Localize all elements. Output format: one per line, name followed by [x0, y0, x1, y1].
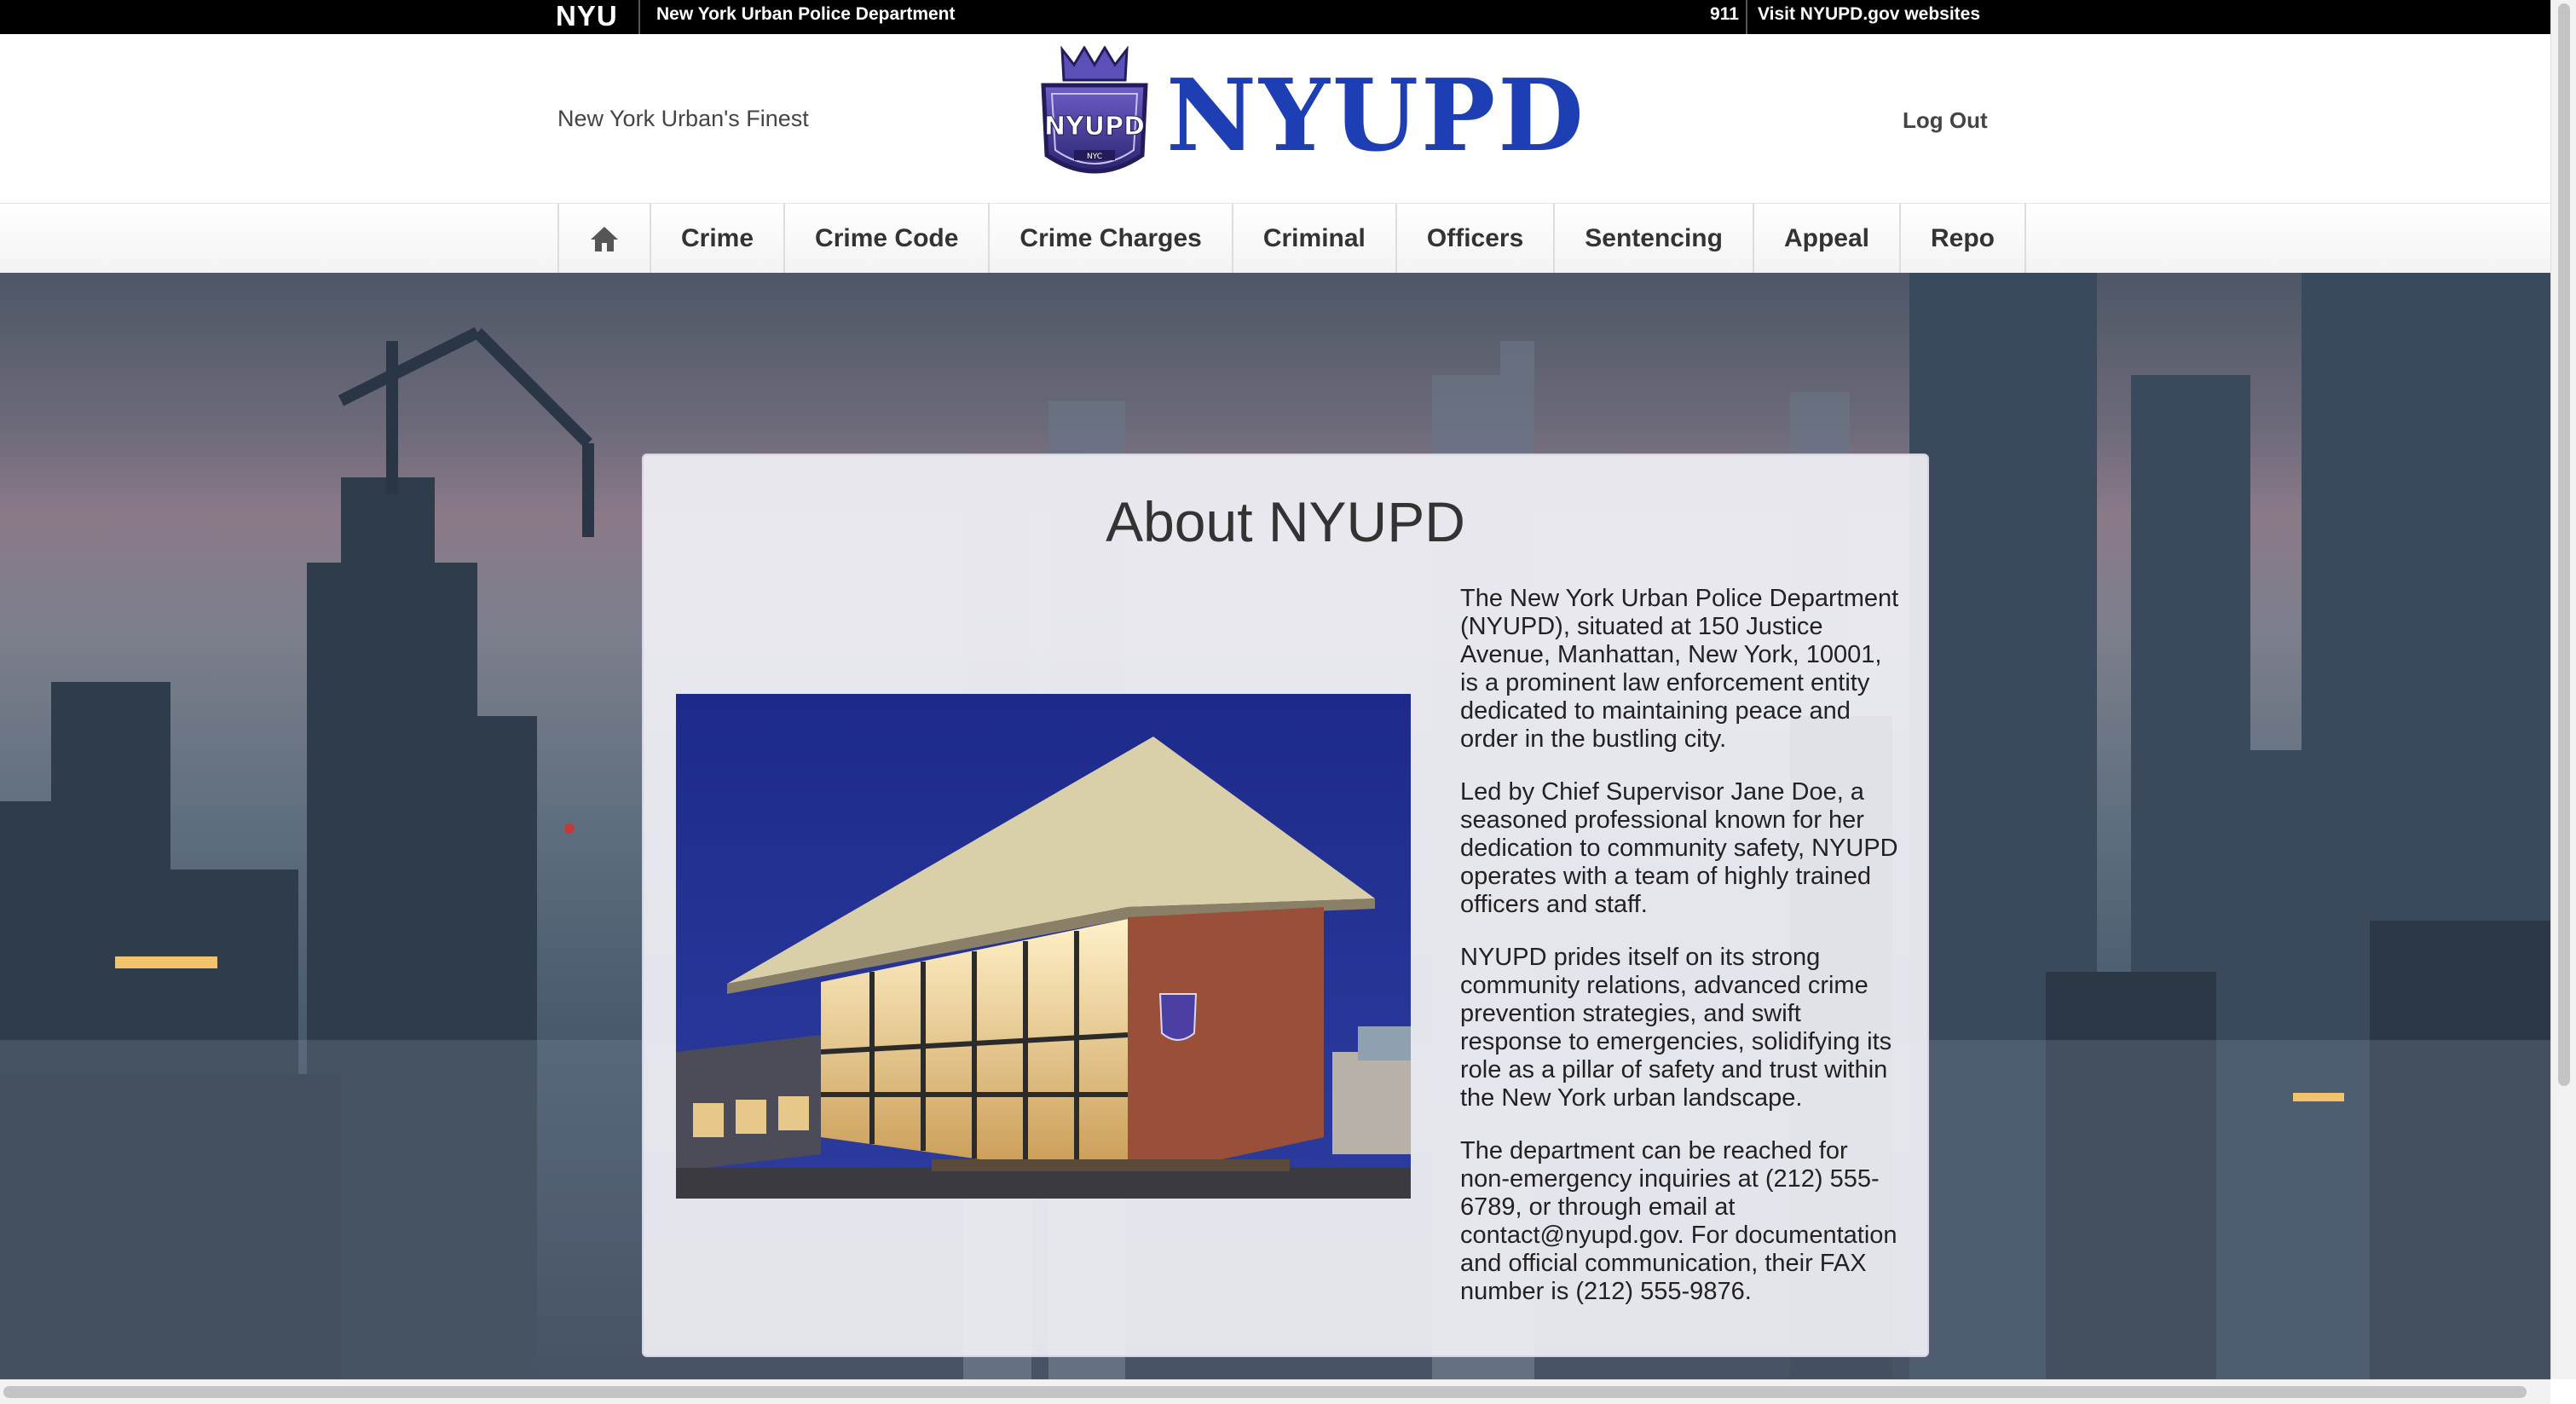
nav-criminal[interactable]: Criminal	[1233, 204, 1397, 274]
topbar-divider	[638, 0, 640, 34]
headquarters-photo	[676, 694, 1411, 1199]
vertical-scrollbar-thumb[interactable]	[2558, 3, 2570, 1086]
home-icon	[591, 227, 618, 251]
horizontal-scrollbar[interactable]	[0, 1379, 2550, 1404]
nav-crime[interactable]: Crime	[651, 204, 786, 274]
about-paragraph: Led by Chief Supervisor Jane Doe, a seas…	[1460, 778, 1898, 918]
tagline: New York Urban's Finest	[557, 106, 809, 131]
about-card: About NYUPD The New York Urban Police De…	[642, 454, 1929, 1357]
about-paragraph: The department can be reached for non-em…	[1460, 1137, 1897, 1305]
nav-sentencing[interactable]: Sentencing	[1555, 204, 1754, 274]
main-navigation: Crime Crime Code Crime Charges Criminal …	[0, 203, 2550, 274]
topbar-divider	[1746, 0, 1747, 34]
emergency-number: 911	[1710, 4, 1739, 24]
department-name: New York Urban Police Department	[656, 4, 956, 24]
nav-home[interactable]	[559, 204, 651, 274]
site-logo[interactable]: NYUPD NYC NYUPD	[1037, 46, 1584, 193]
about-title: About NYUPD	[1106, 490, 1465, 553]
svg-text:NYUPD: NYUPD	[1044, 112, 1145, 142]
about-description: The New York Urban Police Department (NY…	[1460, 585, 1903, 1331]
nav-repo[interactable]: Repo	[1901, 204, 2026, 274]
vertical-scrollbar[interactable]	[2550, 0, 2576, 1379]
about-paragraph: The New York Urban Police Department (NY…	[1460, 585, 1899, 753]
nyu-brand: NYU	[556, 0, 618, 32]
logout-button[interactable]: Log Out	[1903, 107, 1988, 134]
nav-crime-code[interactable]: Crime Code	[785, 204, 991, 274]
nav-officers[interactable]: Officers	[1397, 204, 1556, 274]
site-header: New York Urban's Finest NYUPD NYC NYUPD …	[0, 34, 2550, 203]
top-bar: NYU New York Urban Police Department 911…	[0, 0, 2550, 34]
visit-websites-link[interactable]: Visit NYUPD.gov websites	[1758, 0, 1980, 34]
police-badge-icon: NYUPD NYC	[1041, 46, 1148, 174]
nav-crime-charges[interactable]: Crime Charges	[990, 204, 1233, 274]
logo-wordmark: NYUPD	[1166, 58, 1586, 174]
svg-text:NYC: NYC	[1087, 153, 1102, 161]
horizontal-scrollbar-thumb[interactable]	[3, 1386, 2527, 1398]
nav-appeal[interactable]: Appeal	[1754, 204, 1901, 274]
about-paragraph: NYUPD prides itself on its strong commun…	[1460, 944, 1892, 1112]
